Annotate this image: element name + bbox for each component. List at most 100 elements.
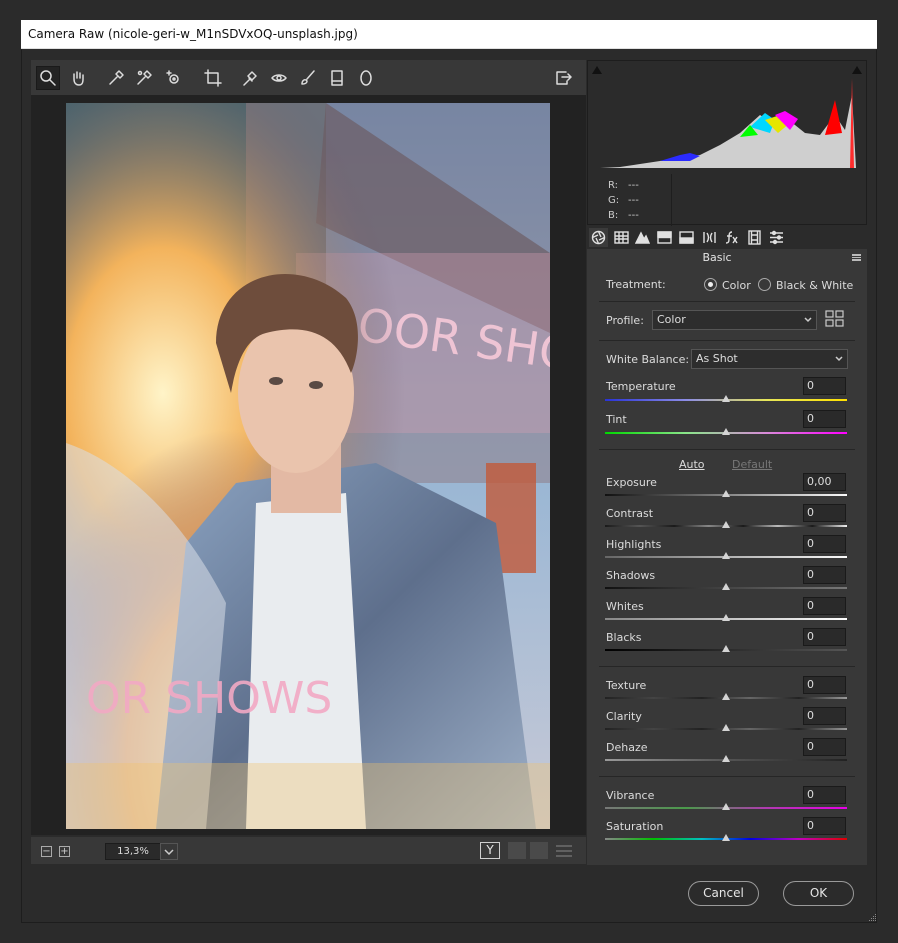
grid-icon <box>825 310 844 327</box>
highlights-slider-thumb[interactable] <box>722 552 730 559</box>
fullscreen-toggle-button[interactable] <box>551 66 575 90</box>
shadows-label: Shadows <box>606 569 656 582</box>
zoom-in-button[interactable]: + <box>59 846 70 857</box>
profile-value: Color <box>657 313 686 326</box>
auto-link[interactable]: Auto <box>679 458 705 471</box>
tint-value-field[interactable]: 0 <box>803 410 846 428</box>
gradient-icon <box>331 70 343 86</box>
highlight-clipping-warning[interactable] <box>851 63 863 75</box>
profile-select[interactable]: Color <box>652 310 817 330</box>
photo-preview[interactable]: FLOOR SHO OR SHOWS <box>66 103 550 829</box>
zoom-tool-button[interactable] <box>36 66 60 90</box>
toggle-settings-button[interactable] <box>554 842 574 859</box>
zoom-level-dropdown[interactable] <box>160 843 178 860</box>
shadow-clipping-warning[interactable] <box>591 63 603 75</box>
sliders-icon <box>556 845 572 857</box>
vibrance-slider-thumb[interactable] <box>722 803 730 810</box>
split-toning-icon <box>679 231 694 244</box>
b-label: B: <box>608 210 619 221</box>
color-sampler-icon <box>137 70 152 85</box>
zoom-out-button[interactable]: − <box>41 846 52 857</box>
before-after-view-button[interactable]: Y <box>480 842 500 859</box>
contrast-value-field[interactable]: 0 <box>803 504 846 522</box>
shadows-slider-thumb[interactable] <box>722 583 730 590</box>
graduated-filter-tool-button[interactable] <box>325 66 349 90</box>
clarity-slider-thumb[interactable] <box>722 724 730 731</box>
fx-icon <box>725 231 738 244</box>
dehaze-slider-thumb[interactable] <box>722 755 730 762</box>
hand-tool-button[interactable] <box>66 66 90 90</box>
temperature-slider-thumb[interactable] <box>722 395 730 402</box>
treatment-color-radio[interactable] <box>704 278 717 291</box>
dehaze-value-field[interactable]: 0 <box>803 738 846 756</box>
tab-hsl[interactable] <box>655 228 674 247</box>
eyedropper-icon <box>109 70 124 85</box>
eye-icon <box>271 74 287 82</box>
crop-tool-button[interactable] <box>201 66 225 90</box>
targeted-adjustment-tool-button[interactable] <box>161 66 185 90</box>
aperture-icon <box>591 230 606 245</box>
tab-lens-corrections[interactable] <box>700 228 719 247</box>
whites-value-field[interactable]: 0 <box>803 597 846 615</box>
white-balance-tool-button[interactable] <box>104 66 128 90</box>
spot-removal-tool-button[interactable] <box>238 66 262 90</box>
tab-calibration[interactable] <box>745 228 764 247</box>
adjustment-brush-tool-button[interactable] <box>296 66 320 90</box>
tab-presets[interactable] <box>767 228 786 247</box>
texture-slider-thumb[interactable] <box>722 693 730 700</box>
b-value: --- <box>628 210 639 221</box>
red-eye-tool-button[interactable] <box>267 66 291 90</box>
color-sampler-tool-button[interactable] <box>132 66 156 90</box>
highlights-value-field[interactable]: 0 <box>803 535 846 553</box>
resize-grip[interactable] <box>869 912 877 921</box>
ok-button[interactable]: OK <box>783 881 854 906</box>
chevron-down-icon <box>835 356 843 362</box>
tab-tone-curve[interactable] <box>612 228 631 247</box>
svg-text:OR SHOWS: OR SHOWS <box>86 673 332 724</box>
window-title: Camera Raw (nicole-geri-w_M1nSDVxOQ-unsp… <box>28 27 358 41</box>
r-label: R: <box>608 180 619 191</box>
resize-grip-icon <box>869 914 876 921</box>
tab-basic[interactable] <box>589 228 608 247</box>
saturation-value-field[interactable]: 0 <box>803 817 846 835</box>
tab-effects[interactable] <box>722 228 741 247</box>
treatment-color-label: Color <box>722 279 751 292</box>
tab-split-toning[interactable] <box>677 228 696 247</box>
whites-slider-thumb[interactable] <box>722 614 730 621</box>
panel-menu-icon[interactable] <box>852 254 861 261</box>
exposure-value-field[interactable]: 0,00 <box>803 473 846 491</box>
profile-label: Profile: <box>606 314 644 327</box>
clarity-value-field[interactable]: 0 <box>803 707 846 725</box>
contrast-slider-thumb[interactable] <box>722 521 730 528</box>
r-value: --- <box>628 180 639 191</box>
vibrance-value-field[interactable]: 0 <box>803 786 846 804</box>
swap-before-after-button[interactable] <box>508 842 526 859</box>
spot-removal-icon <box>243 71 257 86</box>
treatment-label: Treatment: <box>606 278 666 291</box>
profile-browser-button[interactable] <box>825 310 845 328</box>
shadows-value-field[interactable]: 0 <box>803 566 846 584</box>
exposure-slider-thumb[interactable] <box>722 490 730 497</box>
blacks-slider-thumb[interactable] <box>722 645 730 652</box>
target-adjust-icon <box>166 70 179 84</box>
radial-filter-tool-button[interactable] <box>354 66 378 90</box>
cancel-button[interactable]: Cancel <box>688 881 759 906</box>
export-icon <box>556 71 572 85</box>
magnifier-icon <box>40 70 56 86</box>
tint-slider-thumb[interactable] <box>722 428 730 435</box>
saturation-label: Saturation <box>606 820 664 833</box>
treatment-bw-radio[interactable] <box>758 278 771 291</box>
g-label: G: <box>608 195 620 206</box>
copy-settings-button[interactable] <box>530 842 548 859</box>
white-balance-select[interactable]: As Shot <box>691 349 848 369</box>
blacks-value-field[interactable]: 0 <box>803 628 846 646</box>
saturation-slider-thumb[interactable] <box>722 834 730 841</box>
tab-detail[interactable] <box>633 228 652 247</box>
photo-image: FLOOR SHO OR SHOWS <box>66 103 550 829</box>
treatment-bw-label: Black & White <box>776 279 854 292</box>
zoom-level-field[interactable]: 13,3% <box>105 843 161 860</box>
texture-value-field[interactable]: 0 <box>803 676 846 694</box>
default-link[interactable]: Default <box>732 458 772 471</box>
vibrance-label: Vibrance <box>606 789 655 802</box>
temperature-value-field[interactable]: 0 <box>803 377 846 395</box>
